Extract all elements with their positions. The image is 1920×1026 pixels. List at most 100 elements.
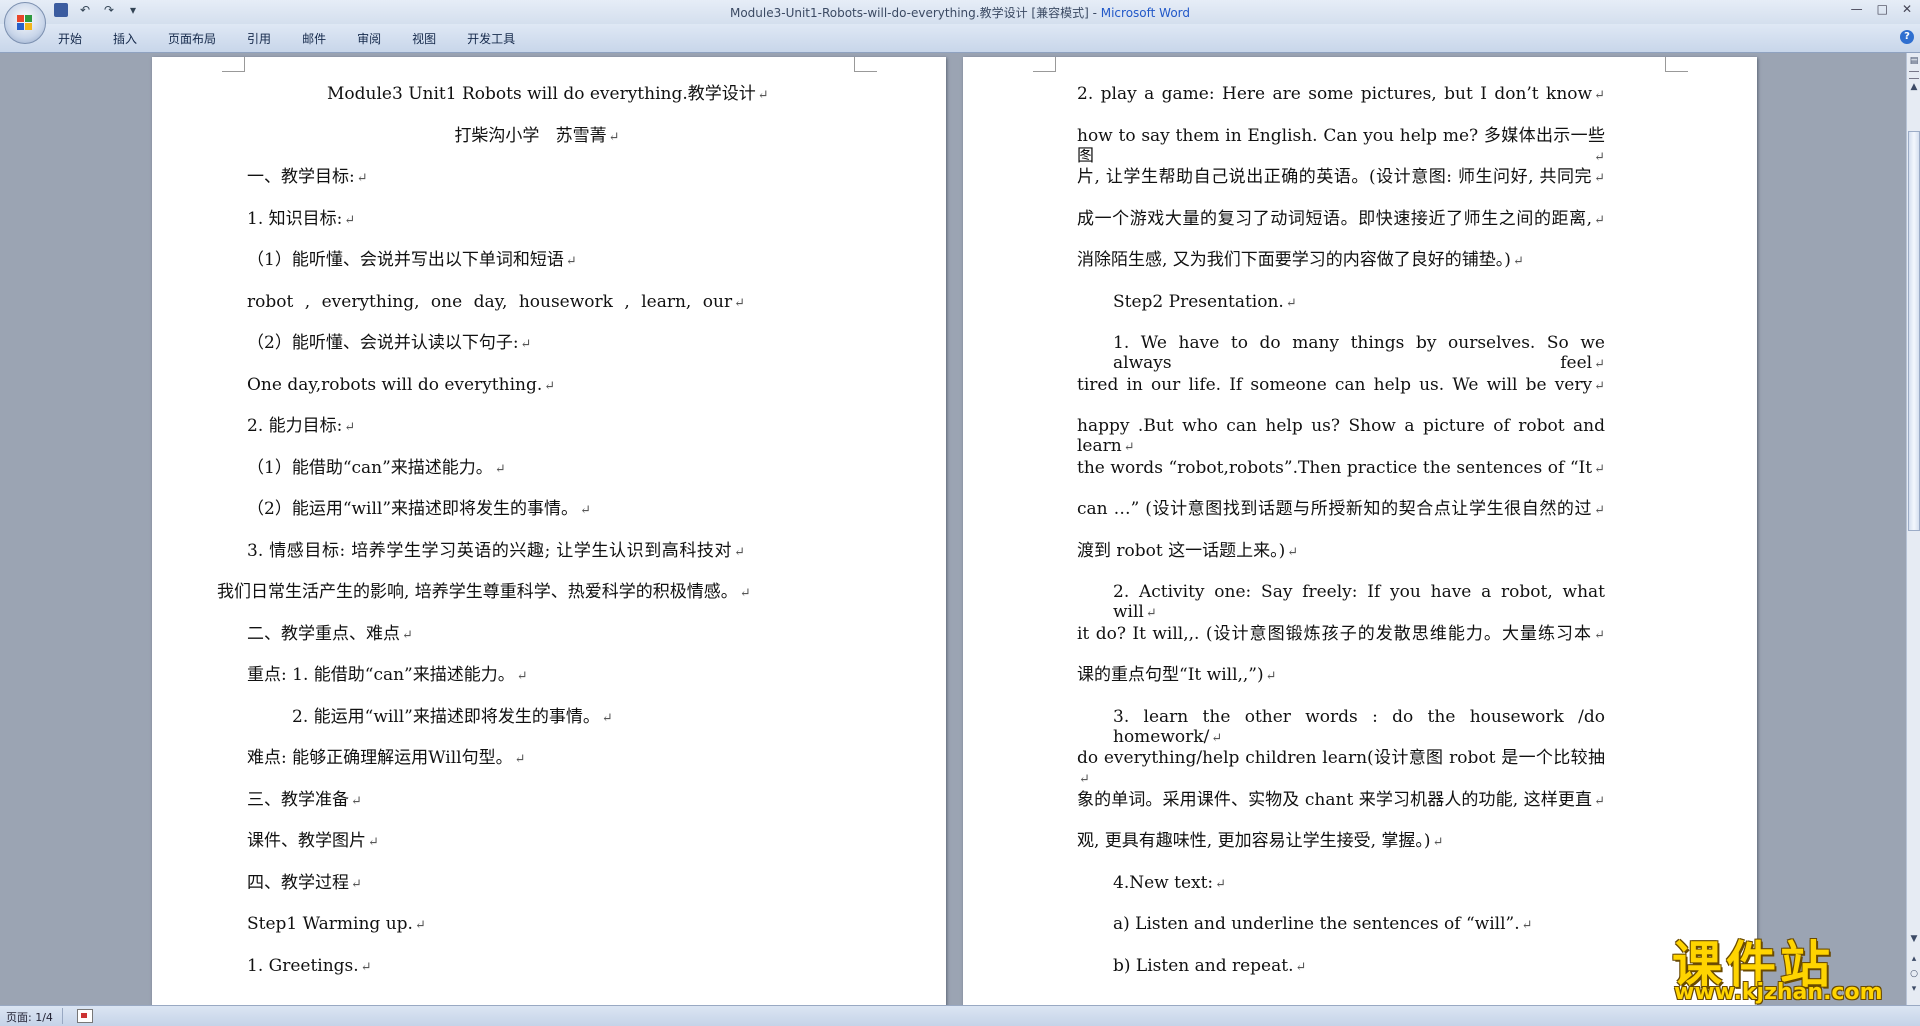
crop-mark <box>1033 57 1056 72</box>
ribbon-tab[interactable]: 审阅 <box>357 30 381 47</box>
line-text: robot , everything, one day, housework ,… <box>247 291 733 312</box>
text-line[interactable]: how to say them in English. Can you help… <box>1077 126 1605 168</box>
line-text: 观, 更具有趣味性, 更加容易让学生接受, 掌握。) <box>1077 831 1431 851</box>
text-line[interactable]: 2. 能力目标: ↵ <box>247 416 355 438</box>
help-icon[interactable]: ? <box>1900 30 1914 44</box>
text-line[interactable]: robot , everything, one day, housework ,… <box>247 292 745 314</box>
text-line[interactable]: 四、教学过程 ↵ <box>247 873 362 895</box>
ribbon-tab[interactable]: 邮件 <box>302 30 326 47</box>
proofing-icon[interactable] <box>77 1009 93 1023</box>
text-line[interactable]: a) Listen and underline the sentences of… <box>1113 914 1533 936</box>
paragraph-mark-icon: ↵ <box>360 959 372 975</box>
text-line[interactable]: 4.New text: ↵ <box>1113 873 1226 895</box>
text-line[interactable]: 1. We have to do many things by ourselve… <box>1113 333 1605 375</box>
ribbon-tab[interactable]: 引用 <box>247 30 271 47</box>
line-text: a) Listen and underline the sentences of… <box>1113 914 1520 934</box>
line-text: 象的单词。采用课件、实物及 chant 来学习机器人的功能, 这样更直 <box>1077 789 1593 810</box>
ribbon-tab[interactable]: 页面布局 <box>168 30 216 47</box>
text-line[interactable]: Module3 Unit1 Robots will do everything.… <box>327 84 769 106</box>
text-line[interactable]: （2）能运用“will”来描述即将发生的事情。 ↵ <box>247 499 591 521</box>
text-line[interactable]: 重点: 1. 能借助“can”来描述能力。 ↵ <box>247 665 528 687</box>
text-line[interactable]: tired in our life. If someone can help u… <box>1077 375 1605 397</box>
text-line[interactable]: 难点: 能够正确理解运用Will句型。 ↵ <box>247 748 526 770</box>
office-button[interactable] <box>4 2 46 44</box>
line-text: 3. 情感目标: 培养学生学习英语的兴趣; 让学生认识到高科技对 <box>247 540 733 561</box>
text-line[interactable]: it do? It will,,. (设计意图锻炼孩子的发散思维能力。大量练习本… <box>1077 624 1605 646</box>
paragraph-mark-icon: ↵ <box>1521 918 1533 933</box>
scroll-down-icon[interactable]: ▼ <box>1908 933 1920 945</box>
browse-object-icon[interactable]: ○ <box>1908 968 1920 980</box>
line-text: 片, 让学生帮助自己说出正确的英语。(设计意图: 师生问好, 共同完 <box>1077 167 1593 187</box>
paragraph-mark-icon: ↵ <box>1215 876 1227 892</box>
previous-page-icon[interactable]: ▴ <box>1908 953 1920 965</box>
paragraph-mark-icon: ↵ <box>344 212 356 228</box>
line-text: how to say them in English. Can you help… <box>1077 125 1605 166</box>
paragraph-mark-icon: ↵ <box>1594 461 1605 477</box>
text-line[interactable]: 1. 知识目标: ↵ <box>247 209 355 231</box>
text-line[interactable]: （2）能听懂、会说并认读以下句子: ↵ <box>247 333 531 355</box>
line-text: 消除陌生感, 又为我们下面要学习的内容做了良好的铺垫。) <box>1077 250 1511 270</box>
text-line[interactable]: 3. learn the other words : do the housew… <box>1113 707 1605 749</box>
paragraph-mark-icon: ↵ <box>580 503 591 518</box>
text-line[interactable]: happy .But who can help us? Show a pictu… <box>1077 416 1605 458</box>
text-line[interactable]: the words “robot,robots”.Then practice t… <box>1077 458 1605 480</box>
text-line[interactable]: 三、教学准备 ↵ <box>247 790 362 812</box>
paragraph-mark-icon: ↵ <box>351 876 362 892</box>
paragraph-mark-icon: ↵ <box>601 710 613 726</box>
close-icon[interactable]: ✕ <box>1902 2 1912 16</box>
document-page-1[interactable]: Module3 Unit1 Robots will do everything.… <box>152 57 946 1005</box>
text-line[interactable]: 片, 让学生帮助自己说出正确的英语。(设计意图: 师生问好, 共同完 ↵ <box>1077 167 1605 189</box>
maximize-icon[interactable]: □ <box>1877 2 1888 16</box>
paragraph-mark-icon: ↵ <box>1295 959 1307 975</box>
text-line[interactable]: 打柴沟小学 苏雪菁 ↵ <box>327 126 747 148</box>
text-line[interactable]: 成一个游戏大量的复习了动词短语。即快速接近了师生之间的距离, ↵ <box>1077 209 1605 231</box>
text-line[interactable]: 消除陌生感, 又为我们下面要学习的内容做了良好的铺垫。) ↵ <box>1077 250 1524 272</box>
paragraph-mark-icon: ↵ <box>368 835 379 850</box>
text-line[interactable]: 渡到 robot 这一话题上来。) ↵ <box>1077 541 1298 563</box>
text-line[interactable]: 象的单词。采用课件、实物及 chant 来学习机器人的功能, 这样更直 ↵ <box>1077 790 1605 812</box>
paragraph-mark-icon: ↵ <box>1211 730 1223 746</box>
line-text: 1. 知识目标: <box>247 208 343 229</box>
text-line[interactable]: 观, 更具有趣味性, 更加容易让学生接受, 掌握。) ↵ <box>1077 831 1443 853</box>
line-text: 1. Greetings. <box>247 955 359 976</box>
scroll-thumb[interactable] <box>1908 131 1920 531</box>
next-page-icon[interactable]: ▾ <box>1908 983 1920 995</box>
text-line[interactable]: Step1 Warming up. ↵ <box>247 914 426 936</box>
line-text: 2. 能运用“will”来描述即将发生的事情。 <box>292 706 600 727</box>
document-title: Module3-Unit1-Robots-will-do-everything.… <box>729 6 1101 20</box>
text-line[interactable]: b) Listen and repeat. ↵ <box>1113 956 1306 978</box>
text-line[interactable]: 课件、教学图片 ↵ <box>247 831 379 853</box>
text-line[interactable]: 我们日常生活产生的影响, 培养学生尊重科学、热爱科学的积极情感。 ↵ <box>217 582 751 604</box>
paragraph-mark-icon: ↵ <box>1432 835 1444 850</box>
text-line[interactable]: 1. Greetings. ↵ <box>247 956 372 978</box>
document-page-2[interactable]: 2. play a game: Here are some pictures, … <box>963 57 1757 1005</box>
text-line[interactable]: 2. play a game: Here are some pictures, … <box>1077 84 1605 106</box>
ribbon-tab[interactable]: 开始 <box>58 30 82 47</box>
ribbon-tab-bar: 开始 插入 页面布局 引用 邮件 审阅 视图 开发工具 ? <box>0 24 1920 53</box>
text-line[interactable]: do everything/help children learn(设计意图 r… <box>1077 748 1605 790</box>
line-text: the words “robot,robots”.Then practice t… <box>1077 457 1593 478</box>
text-line[interactable]: （1）能借助“can”来描述能力。 ↵ <box>247 458 506 480</box>
minimize-icon[interactable]: — <box>1851 2 1863 16</box>
scroll-up-icon[interactable]: ▲ <box>1908 81 1920 93</box>
paragraph-mark-icon: ↵ <box>1079 772 1090 787</box>
ribbon-tab[interactable]: 插入 <box>113 30 137 47</box>
text-line[interactable]: 一、教学目标: ↵ <box>247 167 368 189</box>
split-handle[interactable] <box>1909 71 1919 79</box>
vertical-scrollbar[interactable]: ▤ ▲ ▼ ▴ ○ ▾ <box>1906 53 1920 1005</box>
ribbon-tab[interactable]: 开发工具 <box>467 30 515 47</box>
line-text: One day,robots will do everything. <box>247 374 543 395</box>
text-line[interactable]: One day,robots will do everything. ↵ <box>247 375 555 397</box>
text-line[interactable]: can …” (设计意图找到话题与所授新知的契合点让学生很自然的过 ↵ <box>1077 499 1605 521</box>
page-count[interactable]: 页面: 1/4 <box>6 1009 53 1025</box>
text-line[interactable]: 2. 能运用“will”来描述即将发生的事情。 ↵ <box>292 707 613 729</box>
ruler-toggle-icon[interactable]: ▤ <box>1908 55 1920 67</box>
text-line[interactable]: 课的重点句型“It will,,”) ↵ <box>1077 665 1277 687</box>
text-line[interactable]: 3. 情感目标: 培养学生学习英语的兴趣; 让学生认识到高科技对 ↵ <box>247 541 745 563</box>
text-line[interactable]: （1）能听懂、会说并写出以下单词和短语 ↵ <box>247 250 577 272</box>
line-text: （2）能听懂、会说并认读以下句子: <box>247 333 519 353</box>
text-line[interactable]: 二、教学重点、难点 ↵ <box>247 624 413 646</box>
ribbon-tab[interactable]: 视图 <box>412 30 436 47</box>
text-line[interactable]: 2. Activity one: Say freely: If you have… <box>1113 582 1605 624</box>
text-line[interactable]: Step2 Presentation. ↵ <box>1113 292 1297 314</box>
